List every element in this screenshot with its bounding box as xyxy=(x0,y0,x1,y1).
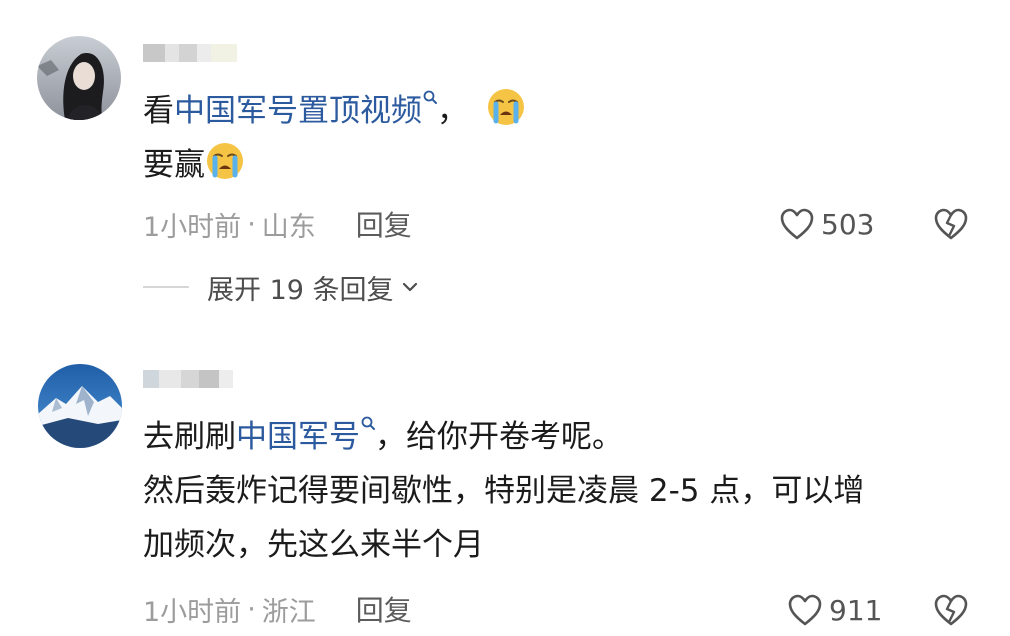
username-blurred[interactable] xyxy=(143,44,243,62)
chevron-down-icon xyxy=(402,282,417,292)
comment-line: 要赢 xyxy=(143,138,526,192)
heart-outline-icon xyxy=(788,594,822,626)
reply-button[interactable]: 回复 xyxy=(356,589,412,629)
comment-location: 山东 xyxy=(261,211,316,243)
heart-outline-icon xyxy=(780,208,814,240)
comment-line: 看中国军号置顶视频， xyxy=(143,84,526,138)
user-avatar[interactable] xyxy=(38,364,122,448)
meta-separator: · xyxy=(247,208,256,240)
expand-replies-button[interactable]: 展开 19 条回复 xyxy=(143,268,420,306)
reply-button[interactable]: 回复 xyxy=(356,204,412,244)
expand-replies-label[interactable]: 展开 19 条回复 xyxy=(207,268,394,307)
comment-time: 1小时前 xyxy=(143,211,242,243)
topic-link[interactable]: 中国军号 xyxy=(236,416,375,455)
comment-item: 去刷刷中国军号 ，给你开卷考呢。 然后轰炸记得要间歇性，特别是凌晨 2-5 点，可… xyxy=(0,340,1010,636)
comment-time: 1小时前 xyxy=(143,596,242,628)
comment-meta: 1小时前 · 山东 回复 xyxy=(143,204,412,244)
like-button[interactable]: 911 xyxy=(786,590,882,630)
comment-text: 去刷刷中国军号 ，给你开卷考呢。 然后轰炸记得要间歇性，特别是凌晨 2-5 点，可… xyxy=(143,410,864,572)
crying-face-emoji xyxy=(207,143,243,179)
user-avatar[interactable] xyxy=(37,36,121,120)
comment-line: 加频次，先这么来半个月 xyxy=(143,527,484,563)
comment-line: 去刷刷中国军号 ，给你开卷考呢。 xyxy=(143,410,864,464)
topic-link[interactable]: 中国军号置顶视频 xyxy=(174,90,437,129)
divider-line xyxy=(143,286,189,288)
meta-separator: · xyxy=(247,593,256,625)
search-mark-icon xyxy=(361,416,375,430)
comment-line: 然后轰炸记得要间歇性，特别是凌晨 2-5 点，可以增 xyxy=(143,473,865,509)
crying-face-emoji xyxy=(488,89,524,125)
like-button[interactable]: 503 xyxy=(778,204,874,244)
search-mark-icon xyxy=(423,90,437,104)
comment-text: 看中国军号置顶视频， 要赢 xyxy=(143,84,526,192)
broken-heart-icon[interactable] xyxy=(932,206,970,242)
broken-heart-icon[interactable] xyxy=(932,592,970,628)
like-count: 503 xyxy=(821,207,875,241)
comment-meta: 1小时前 · 浙江 回复 xyxy=(143,589,412,629)
comment-location: 浙江 xyxy=(261,596,316,628)
comment-item: 看中国军号置顶视频， 要赢 1小时前 · 山东 回复 503 展开 19 条回复 xyxy=(0,0,1010,330)
like-count: 911 xyxy=(829,593,883,627)
username-blurred[interactable] xyxy=(143,370,233,388)
